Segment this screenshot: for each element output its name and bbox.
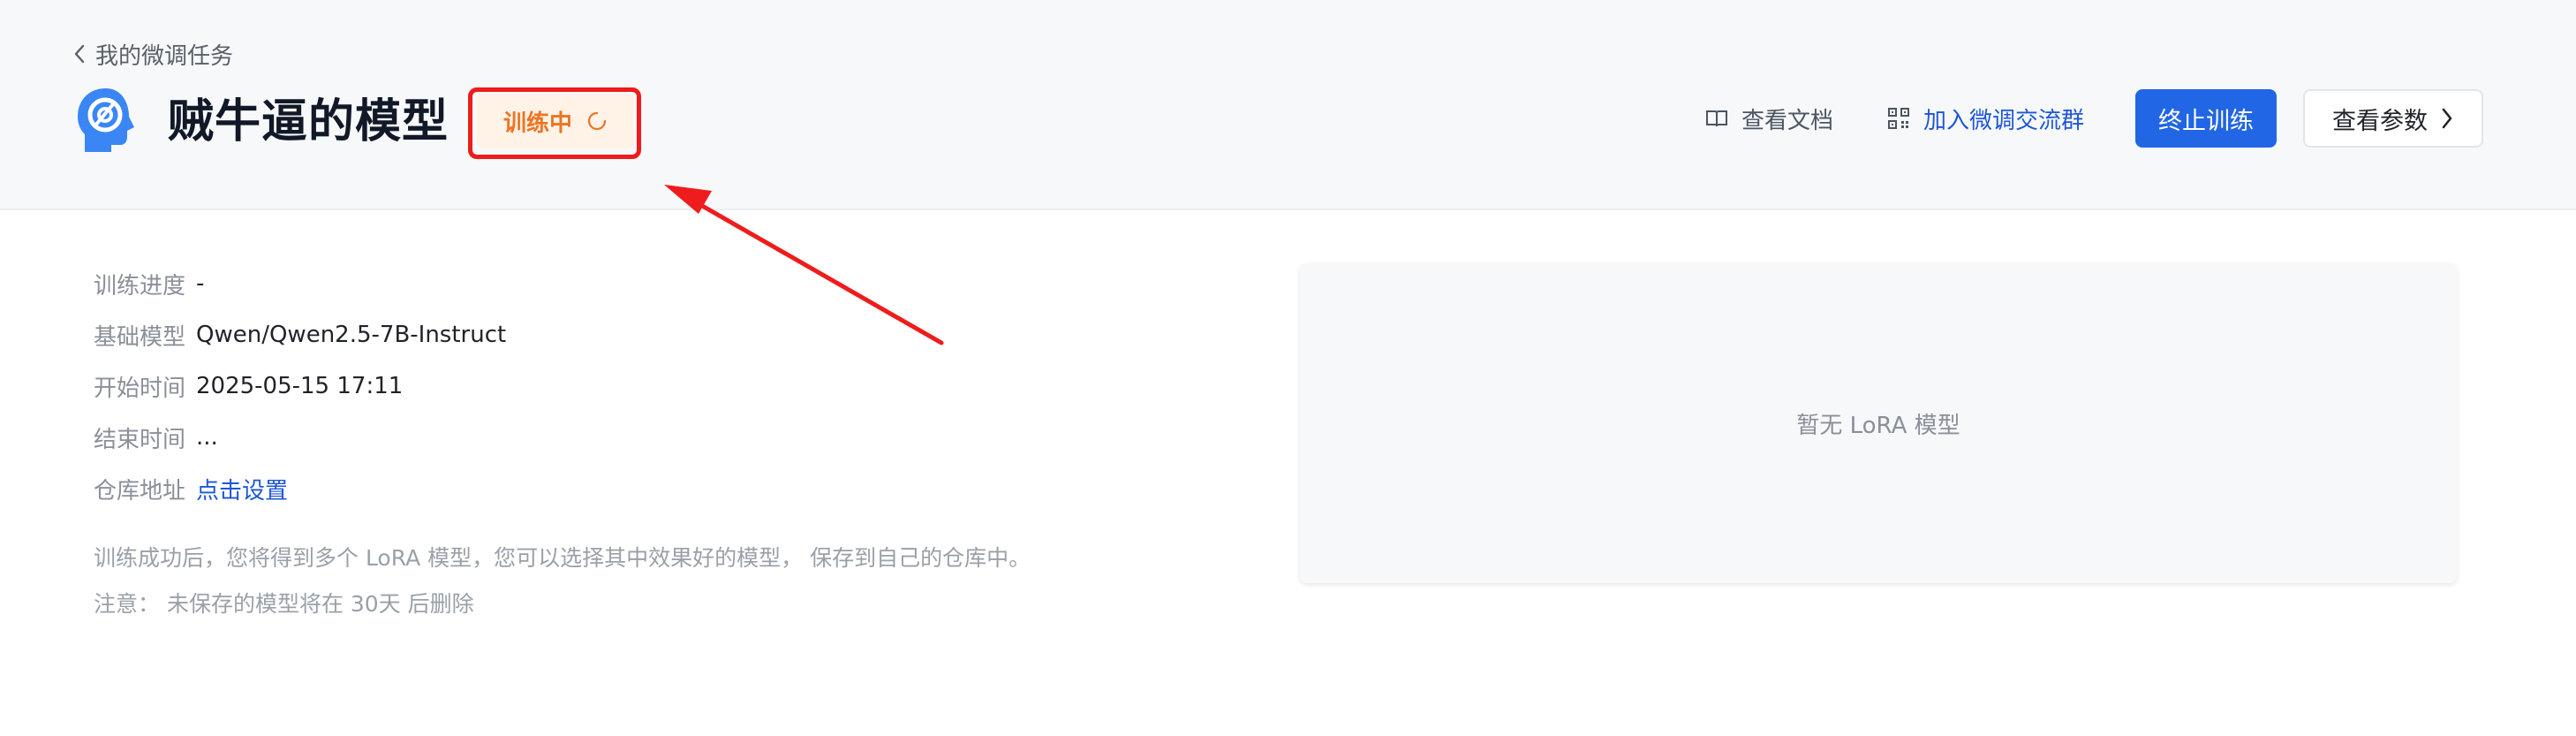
annotation-arrow-line <box>695 201 944 345</box>
info-row-end-time: 结束时间 ... <box>94 412 506 463</box>
training-success-note: 训练成功后，您将得到多个 LoRA 模型，您可以选择其中效果好的模型， 保存到自… <box>94 545 1031 571</box>
ai-head-logo-icon <box>78 88 134 152</box>
annotation-highlight-box <box>468 87 641 159</box>
end-time-label: 结束时间 <box>94 426 186 453</box>
start-time-value: 2025-05-15 17:11 <box>196 373 404 399</box>
join-group-label: 加入微调交流群 <box>1923 107 2084 134</box>
view-params-label: 查看参数 <box>2332 107 2428 135</box>
header-actions: 查看文档 加入微调交流群 终止训练 查看参数 <box>1704 88 2483 148</box>
view-docs-label: 查看文档 <box>1741 107 1833 134</box>
page-header: 我的微调任务 贼牛逼的模型 训练中 查看文档 加入微调交流群 终止训练 查看参数 <box>0 0 2576 210</box>
repository-settings-link[interactable]: 点击设置 <box>196 473 288 505</box>
progress-label: 训练进度 <box>94 272 186 300</box>
info-row-start-time: 开始时间 2025-05-15 17:11 <box>94 360 506 412</box>
join-group-link[interactable]: 加入微调交流群 <box>1886 102 2084 135</box>
back-link-label: 我的微调任务 <box>95 42 234 70</box>
base-model-value: Qwen/Qwen2.5-7B-Instruct <box>196 322 507 348</box>
task-info-list: 训练进度 - 基础模型 Qwen/Qwen2.5-7B-Instruct 开始时… <box>94 258 506 514</box>
book-icon <box>1705 110 1727 127</box>
info-row-progress: 训练进度 - <box>94 258 506 309</box>
lora-model-panel: 暂无 LoRA 模型 <box>1300 263 2457 583</box>
view-docs-link[interactable]: 查看文档 <box>1704 102 1833 135</box>
stop-training-button[interactable]: 终止训练 <box>2135 89 2277 148</box>
deletion-warning-note: 注意： 未保存的模型将在 30天 后删除 <box>94 591 474 617</box>
base-model-label: 基础模型 <box>94 323 186 351</box>
lora-empty-text: 暂无 LoRA 模型 <box>1796 412 1960 439</box>
end-time-value: ... <box>196 424 218 451</box>
qr-code-icon <box>1887 108 1909 129</box>
start-time-label: 开始时间 <box>94 375 186 402</box>
back-link[interactable]: 我的微调任务 <box>72 37 233 71</box>
info-row-repository: 仓库地址 点击设置 <box>94 463 506 514</box>
progress-value: - <box>196 270 205 297</box>
chevron-right-icon <box>2442 108 2452 129</box>
repository-label: 仓库地址 <box>94 477 186 505</box>
chevron-left-icon <box>74 44 85 64</box>
info-row-base-model: 基础模型 Qwen/Qwen2.5-7B-Instruct <box>94 309 506 360</box>
view-params-button[interactable]: 查看参数 <box>2303 89 2483 148</box>
page-title: 贼牛逼的模型 <box>168 95 449 148</box>
